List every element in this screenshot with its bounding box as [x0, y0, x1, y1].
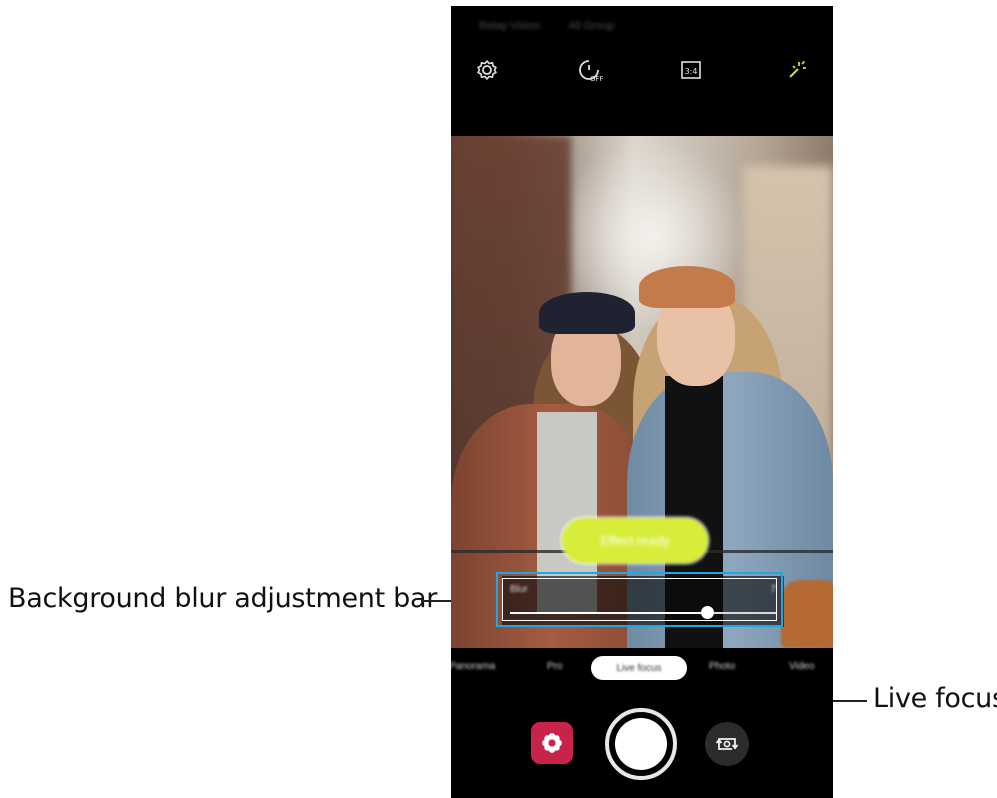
mode-live-focus[interactable]: Live focus — [591, 656, 687, 680]
phone-screen: Relay Vision All Group OFF 3:4 Effect re… — [451, 6, 833, 798]
switch-camera-icon — [715, 738, 739, 750]
blur-bar-highlight-inner — [502, 578, 777, 621]
timer-off-icon[interactable]: OFF — [575, 56, 603, 84]
capture-controls — [451, 708, 833, 790]
mode-video[interactable]: Video — [789, 661, 814, 672]
status-bar: Relay Vision All Group — [479, 20, 640, 32]
aspect-ratio-icon[interactable]: 3:4 — [677, 56, 705, 84]
status-item: Relay Vision — [479, 20, 540, 32]
filter-magic-icon[interactable] — [781, 56, 809, 84]
bicycle-basket — [781, 580, 833, 648]
switch-camera-button[interactable] — [705, 722, 749, 766]
status-item: All Group — [568, 20, 615, 32]
mode-live-focus-label: Live focus — [616, 662, 662, 674]
shutter-core — [615, 718, 667, 770]
mode-panorama[interactable]: Panorama — [451, 661, 495, 672]
timer-off-label: OFF — [590, 75, 603, 83]
subject-left-cap — [539, 292, 635, 334]
effect-ready-button[interactable]: Effect ready — [562, 518, 708, 563]
effect-ready-label: Effect ready — [600, 533, 670, 548]
flower-icon — [542, 733, 562, 753]
settings-icon[interactable] — [473, 56, 501, 84]
shutter-button[interactable] — [605, 708, 677, 780]
subject-right-cap — [639, 266, 735, 308]
callout-blur-bar-label: Background blur adjustment bar — [8, 583, 438, 614]
mode-photo[interactable]: Photo — [709, 661, 735, 672]
camera-top-toolbar: OFF 3:4 — [451, 56, 833, 86]
blur-bar-highlight — [496, 572, 783, 627]
aspect-ratio-label: 3:4 — [685, 67, 698, 76]
live-focus-effects-button[interactable] — [531, 722, 573, 764]
camera-mode-selector: Panorama Pro Live focus Photo Video — [451, 656, 833, 680]
callout-live-focus-label: Live focus — [873, 683, 997, 714]
mode-pro[interactable]: Pro — [547, 661, 563, 672]
